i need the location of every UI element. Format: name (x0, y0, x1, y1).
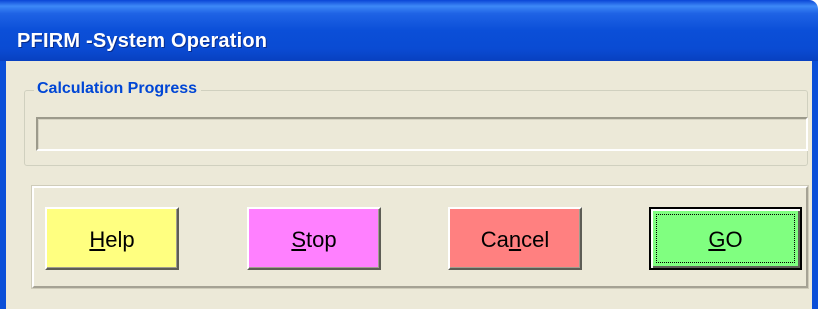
calculation-progress-label: Calculation Progress (34, 79, 202, 99)
stop-mnemonic: S (291, 226, 307, 252)
go-mnemonic: G (708, 226, 726, 252)
window-edge (818, 0, 826, 309)
go-button[interactable]: GO (649, 207, 802, 270)
help-button-label: Help (89, 226, 135, 252)
help-button[interactable]: Help (45, 207, 179, 270)
stop-button-label: Stop (291, 226, 337, 252)
window-title: PFIRM -System Operation (17, 30, 268, 52)
title-bar[interactable]: PFIRM -System Operation (0, 0, 818, 61)
stop-button[interactable]: Stop (247, 207, 381, 270)
cancel-button-label: Cancel (480, 226, 550, 252)
help-mnemonic: H (89, 226, 106, 252)
calculation-progress-bar (36, 117, 808, 151)
cancel-mnemonic: n (508, 226, 522, 252)
dialog-window: PFIRM -System Operation Calculation Prog… (0, 0, 826, 309)
go-button-label: GO (708, 226, 743, 252)
cancel-button[interactable]: Cancel (448, 207, 582, 270)
